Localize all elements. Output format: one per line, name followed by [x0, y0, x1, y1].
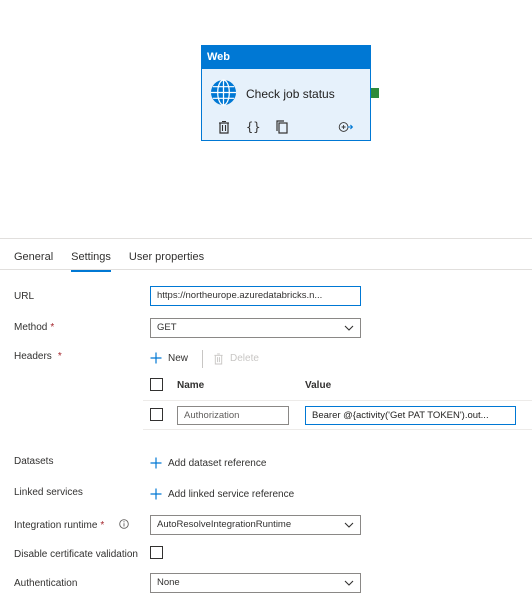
plus-icon [150, 457, 162, 469]
tab-user-properties[interactable]: User properties [129, 250, 204, 270]
delete-icon [214, 353, 223, 365]
authentication-value: None [157, 577, 180, 588]
add-linked-service-reference-button[interactable]: Add linked service reference [150, 488, 294, 500]
header-value-input[interactable]: Bearer @{activity('Get PAT TOKEN').out..… [305, 406, 516, 425]
pipeline-canvas[interactable]: Web Check job status {} [0, 0, 532, 238]
web-activity-card[interactable]: Web Check job status {} [201, 45, 371, 141]
linked-services-label: Linked services [14, 487, 83, 498]
copy-icon[interactable] [274, 119, 290, 135]
authentication-select[interactable]: None [150, 573, 361, 593]
disable-cert-validation-checkbox[interactable] [150, 546, 163, 559]
table-row-divider [143, 429, 532, 430]
activity-title: Check job status [246, 87, 335, 101]
disable-cert-validation-label: Disable certificate validation [14, 549, 138, 560]
integration-runtime-value: AutoResolveIntegrationRuntime [157, 519, 292, 530]
authentication-label: Authentication [14, 578, 78, 589]
tab-general[interactable]: General [14, 250, 53, 270]
chevron-down-icon [344, 580, 354, 586]
integration-runtime-select[interactable]: AutoResolveIntegrationRuntime [150, 515, 361, 535]
chevron-down-icon [344, 325, 354, 331]
toolbar-separator [202, 350, 203, 368]
info-icon[interactable] [119, 519, 129, 529]
panel-divider[interactable] [0, 238, 532, 239]
datasets-label: Datasets [14, 456, 54, 467]
method-select[interactable]: GET [150, 318, 361, 338]
globe-icon [210, 79, 237, 106]
tabs-underline [0, 269, 532, 270]
delete-header-button[interactable]: Delete [213, 352, 259, 365]
new-header-button[interactable]: New [150, 352, 188, 364]
add-output-icon[interactable] [338, 119, 354, 135]
method-value: GET [157, 322, 177, 333]
chevron-down-icon [344, 522, 354, 528]
activity-type-label: Web [202, 46, 370, 69]
method-label: Method * [14, 322, 55, 333]
delete-icon[interactable] [216, 119, 232, 135]
header-name-input[interactable]: Authorization [177, 406, 289, 425]
select-all-headers-checkbox[interactable] [150, 378, 163, 391]
header-value-column: Value [305, 380, 332, 391]
add-dataset-reference-button[interactable]: Add dataset reference [150, 457, 266, 469]
header-row-checkbox[interactable] [150, 408, 163, 421]
plus-icon [150, 352, 162, 364]
plus-icon [150, 488, 162, 500]
code-braces-icon[interactable]: {} [246, 119, 260, 135]
integration-runtime-label: Integration runtime * [14, 520, 105, 531]
url-input[interactable]: https://northeurope.azuredatabricks.n... [150, 286, 361, 306]
url-label: URL [14, 291, 35, 302]
table-row-divider [143, 400, 532, 401]
header-name-column: Name [177, 380, 205, 391]
success-output-connector[interactable] [371, 88, 379, 98]
headers-label: Headers * [14, 351, 62, 362]
